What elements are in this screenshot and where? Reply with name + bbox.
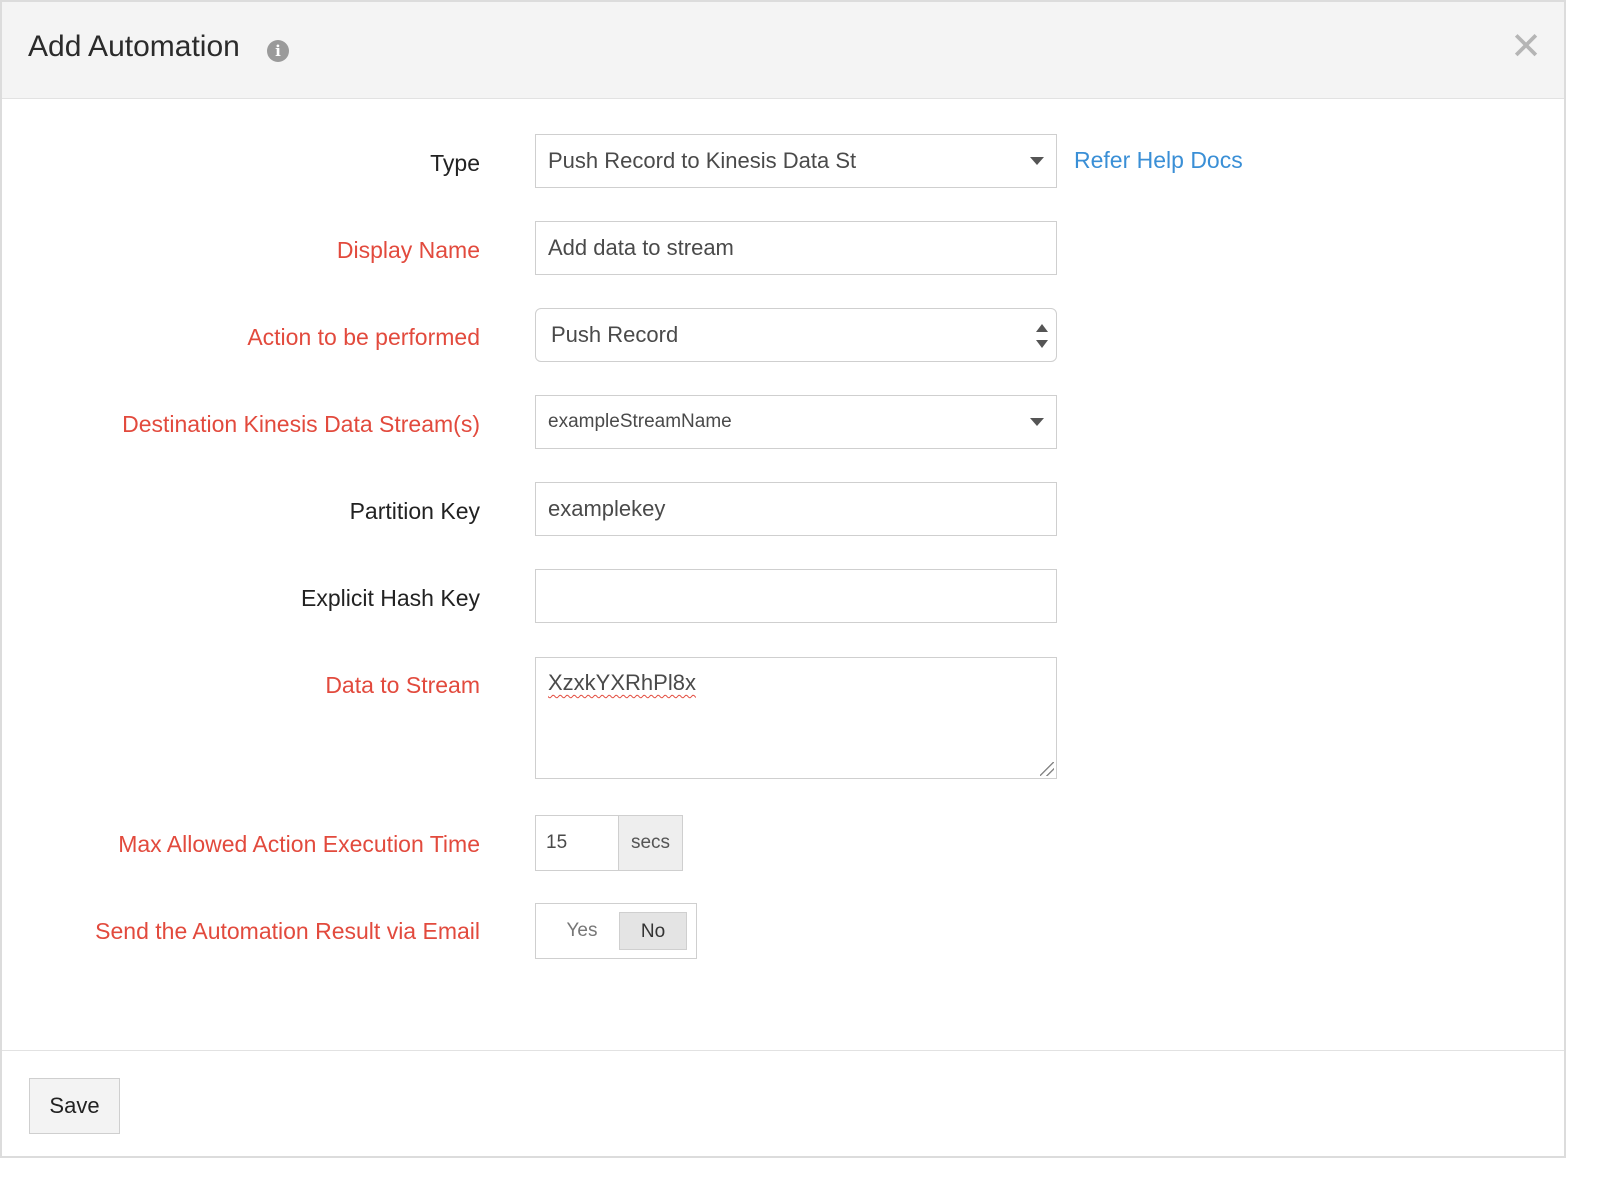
action-select[interactable]: Push Record <box>535 308 1057 362</box>
send-email-label: Send the Automation Result via Email <box>95 918 480 944</box>
destination-stream-select[interactable]: exampleStreamName <box>535 395 1057 449</box>
type-select[interactable]: Push Record to Kinesis Data St <box>535 134 1057 188</box>
chevron-down-icon <box>1030 418 1044 426</box>
max-time-input-group: 15 secs <box>535 815 683 871</box>
display-name-label: Display Name <box>336 237 480 263</box>
data-to-stream-value: XzxkYXRhPl8x <box>548 670 696 695</box>
partition-key-input[interactable]: examplekey <box>535 482 1057 536</box>
action-select-value: Push Record <box>551 322 679 347</box>
type-label: Type <box>430 150 480 176</box>
display-name-value: Add data to stream <box>548 235 734 260</box>
chevron-down-icon <box>1030 157 1044 165</box>
updown-arrows-icon <box>1036 324 1048 348</box>
max-time-unit-text: secs <box>630 832 671 853</box>
max-time-label: Max Allowed Action Execution Time <box>118 831 480 857</box>
resize-handle-icon[interactable] <box>1040 762 1054 776</box>
data-to-stream-textarea[interactable]: XzxkYXRhPl8x <box>535 657 1057 779</box>
dialog-header: Add Automation i ✕ <box>2 2 1564 99</box>
refer-help-docs-link[interactable]: Refer Help Docs <box>1074 147 1243 174</box>
max-time-value: 15 <box>546 832 568 853</box>
info-icon[interactable]: i <box>267 40 289 62</box>
dialog-title: Add Automation <box>28 30 240 63</box>
send-email-toggle: Yes No <box>535 903 697 959</box>
close-icon[interactable]: ✕ <box>1510 28 1542 66</box>
send-email-no-option[interactable]: No <box>619 912 687 950</box>
send-email-yes-option[interactable]: Yes <box>548 912 616 950</box>
footer-divider <box>2 1050 1564 1051</box>
display-name-input[interactable]: Add data to stream <box>535 221 1057 275</box>
max-time-unit: secs <box>619 816 682 870</box>
partition-key-value: examplekey <box>548 496 666 521</box>
type-select-value: Push Record to Kinesis Data St <box>548 148 857 173</box>
save-button[interactable]: Save <box>29 1078 120 1134</box>
partition-key-label: Partition Key <box>349 498 480 524</box>
data-to-stream-label: Data to Stream <box>325 672 480 698</box>
action-label: Action to be performed <box>247 324 480 350</box>
add-automation-dialog: Add Automation i ✕ Type Push Record to K… <box>0 0 1566 1158</box>
explicit-hash-key-input[interactable] <box>535 569 1057 623</box>
destination-stream-label: Destination Kinesis Data Stream(s) <box>122 411 480 437</box>
explicit-hash-key-label: Explicit Hash Key <box>301 585 480 611</box>
destination-stream-value: exampleStreamName <box>548 411 732 432</box>
max-time-input[interactable]: 15 <box>536 816 619 870</box>
